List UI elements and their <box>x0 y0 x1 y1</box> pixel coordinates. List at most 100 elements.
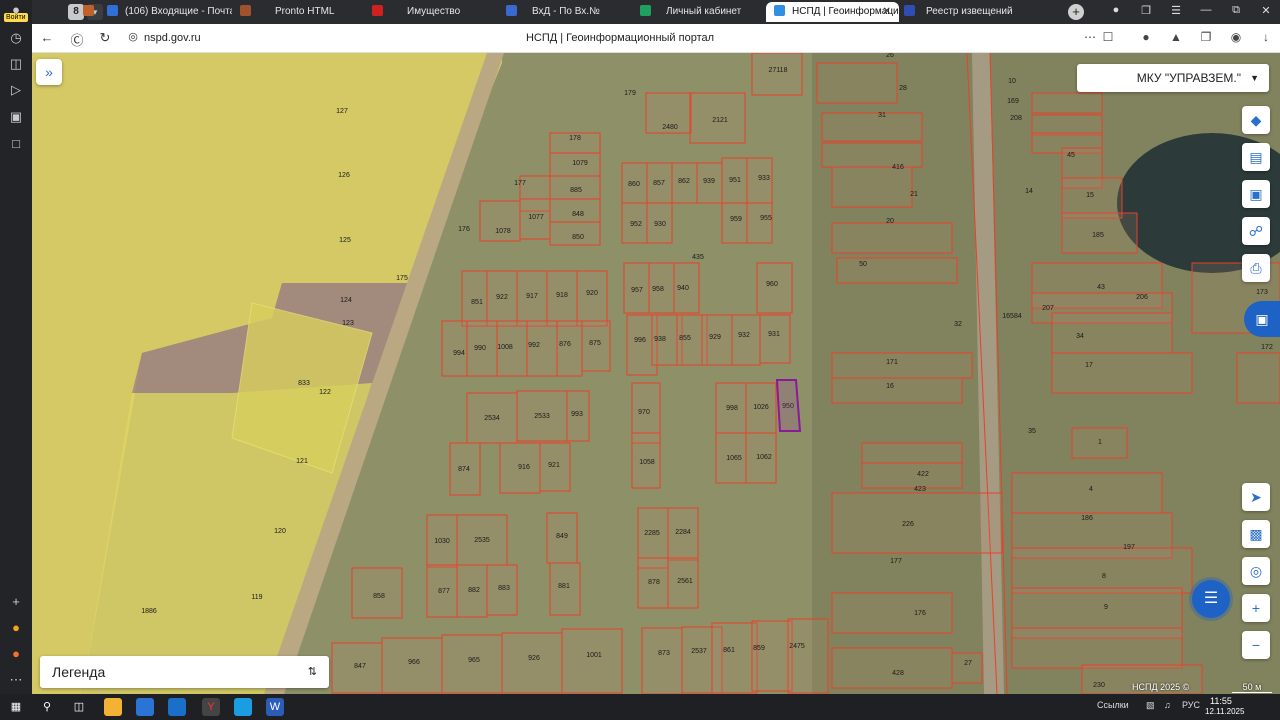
cadastral-plot[interactable] <box>821 142 923 168</box>
collections-icon[interactable]: ❐ <box>1138 4 1154 17</box>
clock-time[interactable]: 11:55 <box>1210 696 1232 706</box>
media-icon[interactable]: ▷ <box>6 80 26 100</box>
highlighted-plot[interactable] <box>775 379 802 432</box>
more-icon[interactable]: ⋯ <box>6 670 26 690</box>
expand-sidebar-button[interactable]: » <box>36 59 62 85</box>
tab-pinned[interactable] <box>83 2 101 22</box>
tab-incoming[interactable]: ВхД - По Вх.№ <box>506 2 628 22</box>
minimap-icon[interactable]: ▩ <box>1242 520 1270 548</box>
cadastral-plot[interactable] <box>821 112 923 142</box>
cadastral-plot[interactable] <box>831 166 913 208</box>
legend-panel[interactable]: Легенда ⇅ <box>40 656 329 688</box>
menu-icon[interactable]: ☰ <box>1168 4 1184 17</box>
cadastral-plot[interactable] <box>951 652 983 684</box>
zoom-in-button[interactable]: + <box>1242 594 1270 622</box>
clock-date[interactable]: 12.11.2025 <box>1205 707 1244 716</box>
yandex-browser-icon[interactable]: Y <box>202 698 220 716</box>
app-icon[interactable]: ● <box>6 644 26 664</box>
cadastral-plot[interactable] <box>751 53 803 96</box>
explorer-icon[interactable] <box>104 698 122 716</box>
add-icon[interactable]: + <box>6 592 26 612</box>
cadastral-plot[interactable] <box>576 270 608 327</box>
restore-icon[interactable]: ⧉ <box>1228 4 1244 17</box>
map-canvas[interactable]: 1 4 8 9 10 14 15 16 17 20 21 26 27 28 31 32 34 35 43 45 50 11… <box>32 53 1280 694</box>
screenshot-icon[interactable]: □ <box>6 134 26 154</box>
share-icon[interactable]: ☍ <box>1242 217 1270 245</box>
history-icon[interactable]: ◷ <box>6 28 26 48</box>
cadastral-plot[interactable] <box>441 320 468 377</box>
cadastral-plot[interactable] <box>1051 312 1173 354</box>
task-view-icon[interactable]: ◫ <box>70 698 88 716</box>
new-tab-button[interactable]: + <box>1068 4 1084 20</box>
cadastral-plot[interactable] <box>641 627 683 694</box>
locate-icon[interactable]: ◎ <box>1242 557 1270 585</box>
cadastral-plot[interactable] <box>711 622 758 694</box>
cadastral-plot[interactable] <box>787 618 829 694</box>
cadastral-plot[interactable] <box>1011 547 1193 594</box>
edge-icon[interactable] <box>234 698 252 716</box>
search-icon[interactable]: ⚲ <box>38 698 56 716</box>
cadastral-plot[interactable] <box>831 647 953 689</box>
windows-start-icon[interactable]: ▦ <box>7 698 25 716</box>
download-icon[interactable]: ↓ <box>1258 30 1274 44</box>
layers-icon[interactable]: ◆ <box>1242 106 1270 134</box>
minimize-icon[interactable]: — <box>1198 4 1214 16</box>
cadastral-plot[interactable] <box>721 202 748 244</box>
cadastral-plot[interactable] <box>501 632 563 694</box>
extension-icon[interactable]: ● <box>1138 30 1154 44</box>
tab-mail[interactable]: (106) Входящие - Почта Ма <box>107 2 232 22</box>
select-area-icon[interactable]: ▣ <box>1242 180 1270 208</box>
cadastral-plot[interactable] <box>731 314 761 366</box>
cadastral-plot[interactable] <box>759 314 791 364</box>
cadastral-plot[interactable] <box>831 592 953 634</box>
chat-button[interactable]: ☰ <box>1192 580 1230 618</box>
tab-count-badge[interactable]: 8 <box>68 4 84 20</box>
cadastral-plot[interactable] <box>1236 352 1280 404</box>
word-icon[interactable]: W <box>266 698 284 716</box>
cadastral-plot[interactable] <box>1051 352 1193 394</box>
cadastral-plot[interactable] <box>861 462 963 489</box>
print-icon[interactable]: ⎙ <box>1242 254 1270 282</box>
store-icon[interactable] <box>136 698 154 716</box>
cadastral-plot[interactable] <box>756 262 793 314</box>
cadastral-plot[interactable] <box>1011 627 1183 669</box>
vpn-icon[interactable]: ◉ <box>1228 30 1244 44</box>
cadastral-plot[interactable] <box>556 320 583 377</box>
cadastral-plot[interactable] <box>1011 472 1163 514</box>
cadastral-plot[interactable] <box>1031 114 1103 136</box>
tab-registry[interactable]: Реестр извещений <box>904 2 1054 22</box>
account-icon[interactable]: ● <box>1108 4 1124 16</box>
bookmark-icon[interactable]: ☐ <box>1100 30 1116 44</box>
tab-pronto[interactable]: Pronto HTML <box>240 2 358 22</box>
cadastral-plot[interactable] <box>441 634 503 694</box>
assistant-icon[interactable]: ● <box>6 618 26 638</box>
cadastral-plot[interactable] <box>1031 92 1103 114</box>
network-icon[interactable]: ▧ <box>1146 700 1155 711</box>
cadastral-plot[interactable] <box>831 222 953 254</box>
navigate-icon[interactable]: ➤ <box>1242 483 1270 511</box>
hat-icon[interactable]: ▲ <box>1168 30 1184 44</box>
close-window-icon[interactable]: ✕ <box>1258 4 1274 17</box>
cadastral-plot[interactable] <box>831 492 1003 554</box>
cadastral-plot[interactable] <box>836 257 958 284</box>
collections-icon[interactable]: ❐ <box>1198 30 1214 44</box>
expand-icon[interactable]: ⇅ <box>308 656 317 688</box>
cadastral-plot[interactable] <box>479 200 521 242</box>
tab-cabinet[interactable]: Личный кабинет <box>640 2 764 22</box>
organization-select[interactable]: МКУ "УПРАВЗЕМ." ▼ <box>1077 64 1269 92</box>
side-panel-tab[interactable]: ▣ <box>1244 301 1280 337</box>
cadastral-plot[interactable] <box>751 620 793 692</box>
cadastral-plot[interactable] <box>561 628 623 694</box>
cadastral-plot[interactable] <box>746 202 773 244</box>
close-icon[interactable]: ✕ <box>883 2 891 22</box>
cadastral-plot[interactable] <box>861 442 963 464</box>
tab-property[interactable]: Имущество <box>372 2 497 22</box>
cadastral-plot[interactable] <box>831 377 963 404</box>
links-label[interactable]: Ссылки <box>1097 700 1129 710</box>
collections-icon[interactable]: ◫ <box>6 54 26 74</box>
more-icon[interactable]: ⋯ <box>1082 30 1098 44</box>
cadastral-plot[interactable] <box>816 62 898 104</box>
tabs-icon[interactable]: ▣ <box>6 107 26 127</box>
ruler-icon[interactable]: ▤ <box>1242 143 1270 171</box>
lang-indicator[interactable]: РУС <box>1182 700 1200 710</box>
